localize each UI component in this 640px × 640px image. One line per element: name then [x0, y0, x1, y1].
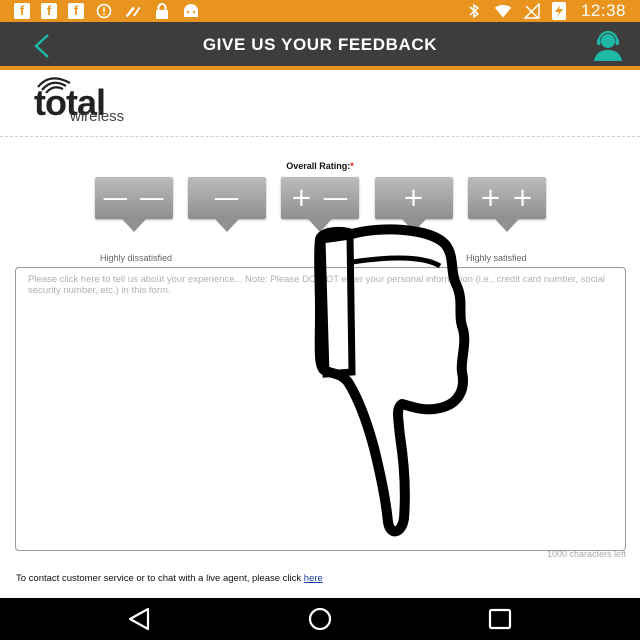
status-bar: f f f 12:38: [0, 0, 640, 22]
contact-text: To contact customer service or to chat w…: [16, 573, 304, 584]
scale-low-label: Highly dissatisfied: [100, 253, 173, 263]
rating-button-pointer: [494, 218, 520, 232]
android-nav-bar: [0, 598, 640, 640]
rating-symbol: —: [213, 183, 241, 213]
alert-circle-icon: [95, 3, 113, 19]
live-agent-button[interactable]: [590, 30, 626, 62]
nav-back-button[interactable]: [120, 606, 160, 632]
character-counter: 1000 characters left: [546, 549, 626, 559]
rating-satisfied-button[interactable]: +: [375, 177, 453, 237]
scale-high-label: Highly satisfied: [466, 253, 527, 263]
contact-here-link[interactable]: here: [304, 573, 323, 584]
required-mark: *: [350, 161, 354, 171]
page-title: GIVE US YOUR FEEDBACK: [202, 35, 438, 54]
nav-recents-button[interactable]: [480, 606, 520, 632]
rating-options: — — — + — + + +: [0, 177, 640, 239]
divider: [0, 136, 640, 137]
rating-dissatisfied-button[interactable]: —: [188, 177, 266, 237]
app-bar: GIVE US YOUR FEEDBACK: [0, 22, 640, 70]
square-recents-icon: [488, 608, 512, 630]
rating-symbol: — —: [102, 183, 166, 213]
contact-info: To contact customer service or to chat w…: [16, 573, 323, 584]
rating-button-pointer: [307, 218, 333, 232]
facebook-icon: f: [41, 3, 57, 19]
rating-highly-dissatisfied-button[interactable]: — —: [95, 177, 173, 237]
rating-button-pointer: [214, 218, 240, 232]
lock-icon: [153, 3, 171, 19]
triangle-back-icon: [128, 607, 150, 631]
rating-highly-satisfied-button[interactable]: + +: [468, 177, 546, 237]
bluetooth-icon: [465, 3, 483, 19]
facebook-icon: f: [68, 3, 84, 19]
wifi-icon: [494, 3, 512, 19]
feedback-textarea[interactable]: [15, 267, 626, 551]
nav-home-button[interactable]: [300, 606, 340, 632]
circle-home-icon: [308, 607, 332, 631]
app-tool-icon: [124, 3, 142, 19]
android-icon: [182, 3, 200, 19]
no-signal-icon: [523, 3, 541, 19]
rating-symbol: +: [402, 183, 426, 213]
total-wireless-logo: total wireless: [30, 77, 160, 128]
facebook-icon: f: [14, 3, 30, 19]
rating-label-text: Overall Rating:: [286, 161, 351, 171]
rating-button-pointer: [401, 218, 427, 232]
headset-agent-icon: [594, 30, 622, 61]
rating-symbol: + +: [479, 183, 535, 213]
rating-symbol: + —: [290, 183, 350, 213]
logo-text-wireless: wireless: [70, 108, 125, 125]
rating-neutral-button[interactable]: + —: [281, 177, 359, 237]
rating-button-pointer: [121, 218, 147, 232]
rating-label: Overall Rating:*: [0, 161, 640, 171]
clock: 12:38: [580, 1, 626, 20]
battery-charging-icon: [551, 2, 566, 20]
